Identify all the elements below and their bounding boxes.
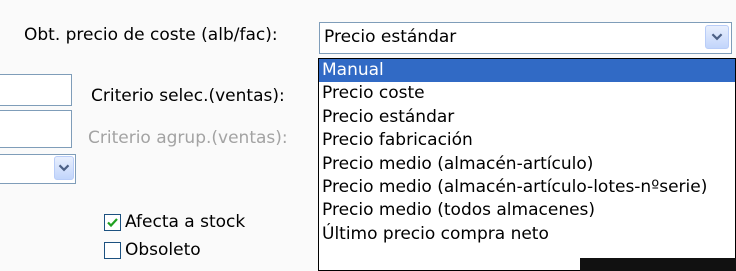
- chevron-down-icon: [711, 33, 723, 41]
- affects-stock-label: Afecta a stock: [125, 212, 246, 232]
- sales-selection-input[interactable]: [0, 74, 72, 106]
- obsolete-checkbox[interactable]: [104, 241, 121, 259]
- cost-price-options-list: Manual Precio coste Precio estándar Prec…: [318, 58, 736, 271]
- checkmark-icon: [107, 217, 118, 227]
- background-strip: [580, 258, 736, 271]
- sales-grouping-input[interactable]: [0, 110, 72, 148]
- small-select-dropdown-button[interactable]: [54, 156, 74, 180]
- option-precio-coste[interactable]: Precio coste: [319, 82, 735, 105]
- option-ultimo-precio-compra-neto[interactable]: Último precio compra neto: [319, 223, 735, 246]
- option-precio-estandar[interactable]: Precio estándar: [319, 106, 735, 129]
- obsolete-label: Obsoleto: [125, 240, 201, 260]
- form-panel: Obt. precio de coste (alb/fac): Precio e…: [0, 0, 736, 271]
- chevron-down-icon: [58, 164, 70, 172]
- option-manual[interactable]: Manual: [319, 59, 735, 83]
- option-precio-medio-almacen-articulo[interactable]: Precio medio (almacén-artículo): [319, 153, 735, 176]
- cost-price-value: Precio estándar: [324, 27, 457, 47]
- cost-price-label: Obt. precio de coste (alb/fac):: [24, 25, 278, 45]
- option-precio-medio-lotes-nserie[interactable]: Precio medio (almacén-artículo-lotes-nºs…: [319, 176, 735, 199]
- small-select[interactable]: [0, 154, 76, 184]
- cost-price-dropdown-button[interactable]: [705, 25, 729, 49]
- sales-selection-label: Criterio selec.(ventas):: [91, 86, 285, 106]
- obsolete-row: Obsoleto: [104, 240, 201, 260]
- option-precio-fabricacion[interactable]: Precio fabricación: [319, 129, 735, 152]
- affects-stock-row: Afecta a stock: [104, 212, 245, 232]
- option-precio-medio-todos-almacenes[interactable]: Precio medio (todos almacenes): [319, 199, 735, 222]
- cost-price-select[interactable]: Precio estándar: [319, 22, 732, 54]
- affects-stock-checkbox[interactable]: [104, 213, 121, 231]
- sales-grouping-label: Criterio agrup.(ventas):: [88, 128, 288, 148]
